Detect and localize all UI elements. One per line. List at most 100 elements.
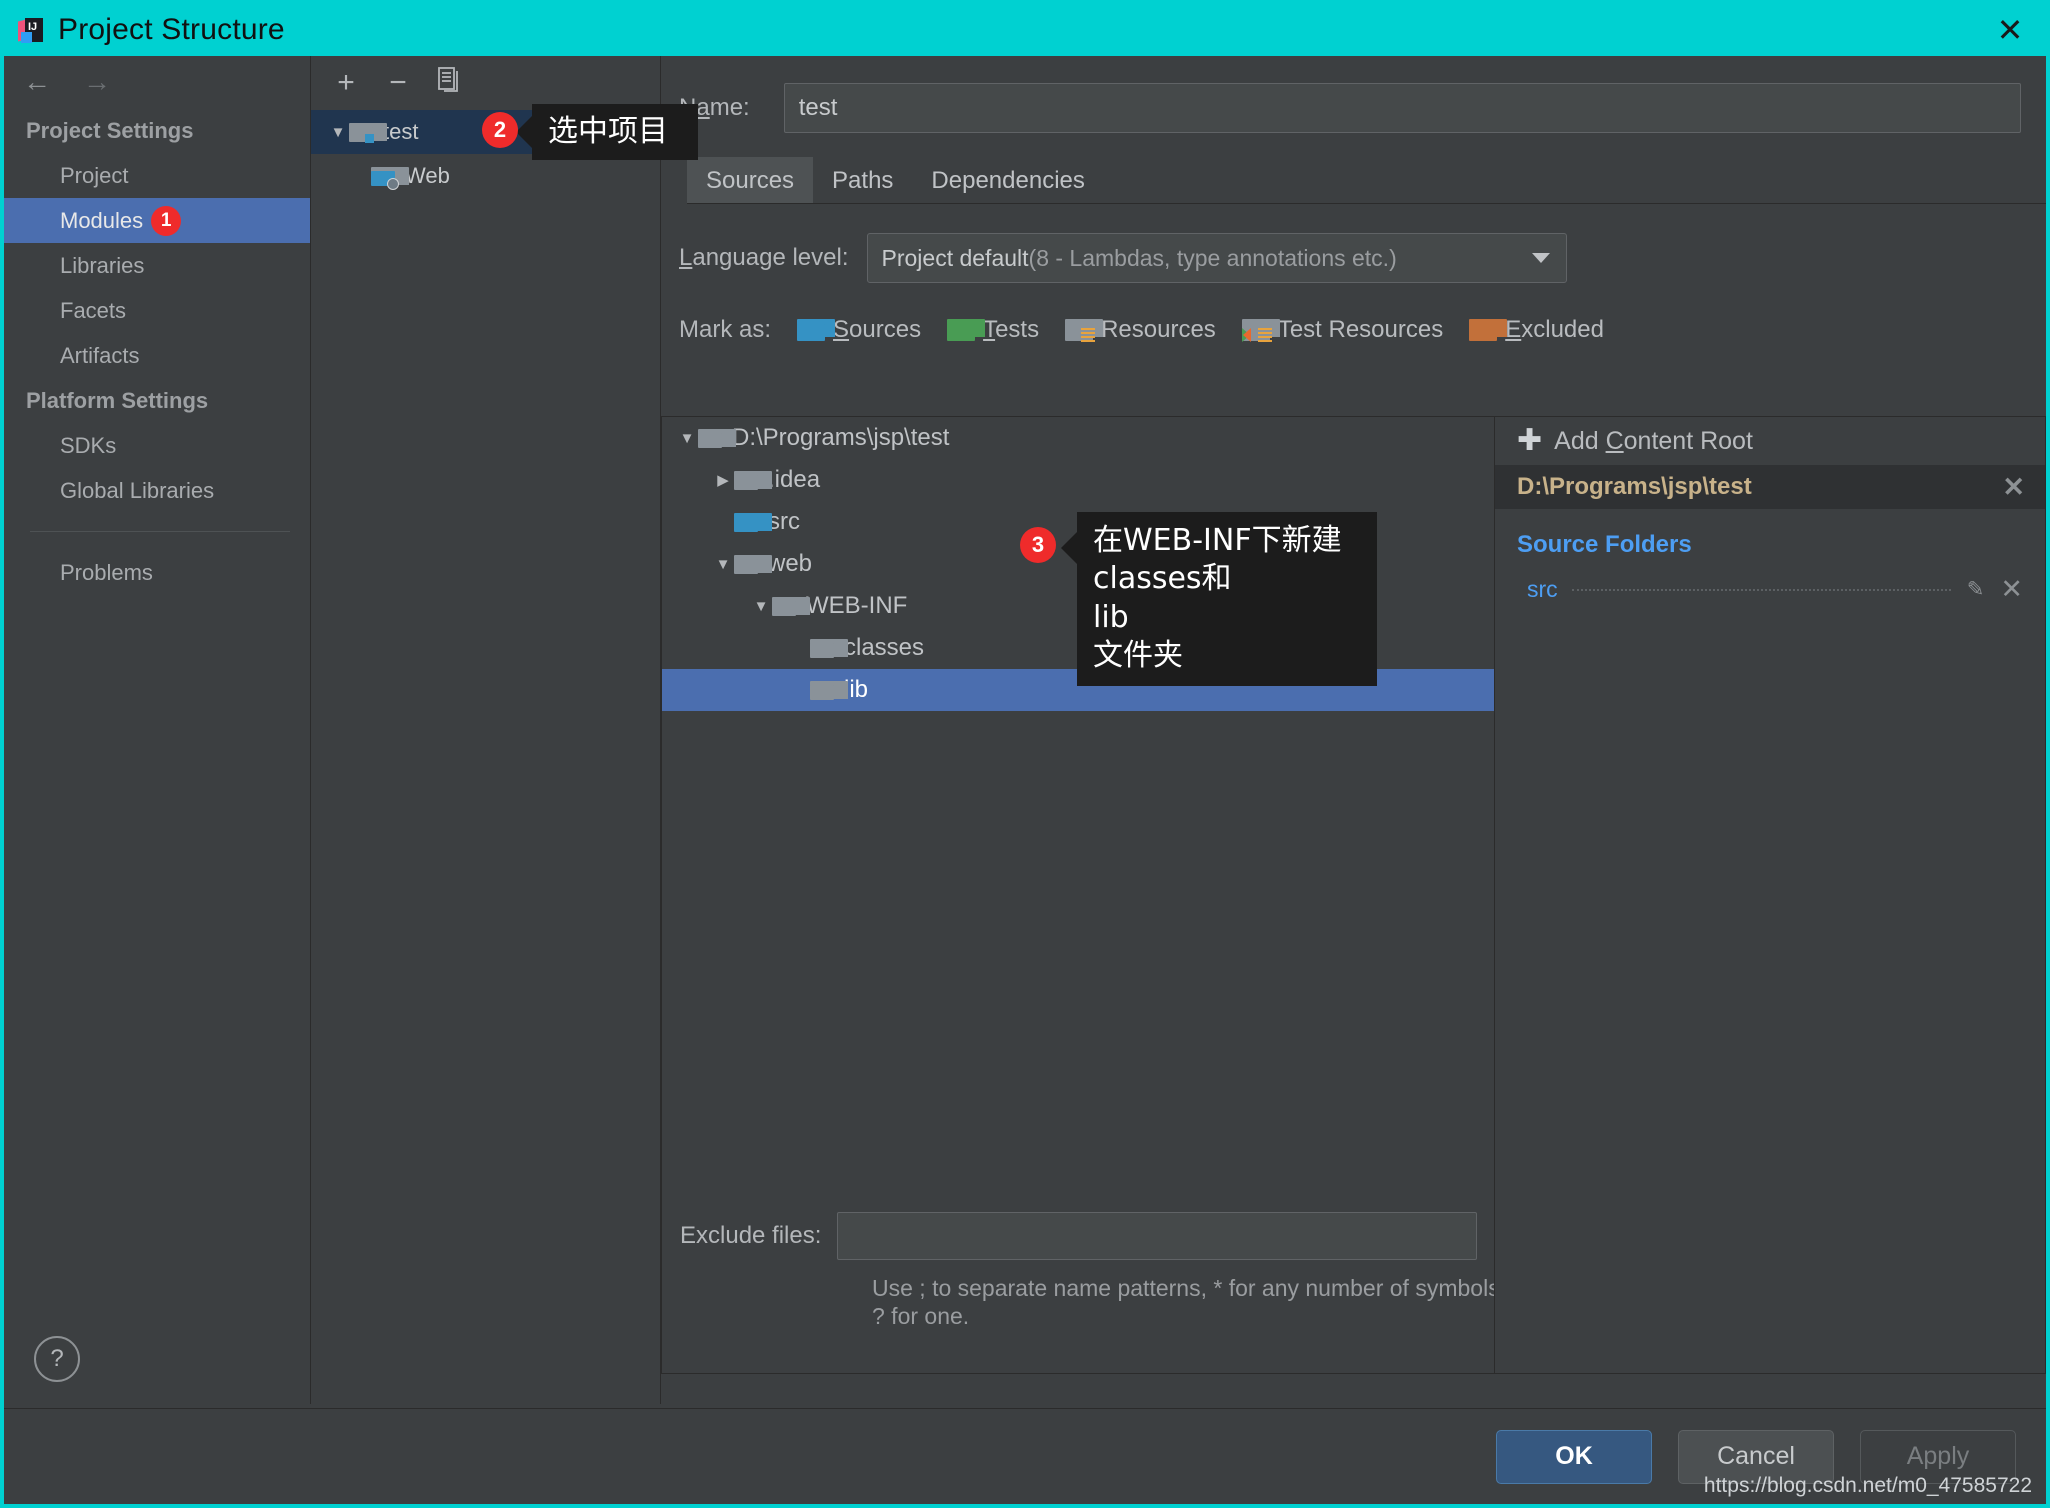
sidebar-item-facets[interactable]: Facets (4, 288, 310, 333)
module-editor-panel: Name: test Sources Paths Dependencies La… (661, 56, 2046, 1404)
module-tree-panel: + − ▼ test Web (311, 56, 661, 1404)
sidebar-group-platform-settings: Platform Settings (26, 387, 209, 413)
tree-row-idea[interactable]: ▶ .idea (662, 459, 1494, 501)
tree-row-label: classes (844, 634, 925, 661)
tree-row-label: src (768, 508, 800, 535)
chevron-down-icon[interactable]: ▼ (327, 124, 349, 141)
chevron-down-icon[interactable]: ▼ (676, 430, 698, 447)
exclude-files-block: Exclude files: Use ; to separate name pa… (662, 1211, 1494, 1332)
pencil-icon[interactable]: ✎ (1967, 577, 1985, 602)
navigation-row: ← → (4, 56, 310, 108)
window-title: Project Structure (58, 13, 285, 46)
exclude-files-input[interactable] (837, 1211, 1478, 1260)
callout-text: 在WEB-INF下新建 classes和 lib 文件夹 (1093, 523, 1342, 674)
tree-row-label: web (768, 550, 813, 577)
sidebar-item-modules[interactable]: Modules 1 (4, 198, 310, 243)
mark-as-label-test-resources: Test Resources (1277, 316, 1444, 343)
arrow-right-icon[interactable]: → (82, 66, 112, 98)
add-content-root-label: Add Content Root (1554, 426, 1753, 455)
sidebar-item-sdks[interactable]: SDKs (4, 423, 310, 468)
web-facet-icon (371, 166, 409, 190)
module-name-row: Name: test (661, 80, 2046, 136)
exclude-files-hint: Use ; to separate name patterns, * for a… (872, 1274, 1494, 1330)
test-resources-folder-icon (1241, 319, 1280, 342)
sidebar-item-label: Facets (60, 297, 127, 323)
content-root-header: D:\Programs\jsp\test ✕ (1495, 465, 2045, 509)
chevron-right-icon[interactable]: ▶ (712, 471, 734, 489)
settings-sidebar: ← → Project Settings Project Modules 1 L… (4, 56, 311, 1404)
callout-notch (1061, 532, 1077, 564)
chevron-down-icon[interactable]: ▼ (750, 598, 772, 615)
folder-icon (772, 596, 810, 616)
tree-row-label: .idea (768, 466, 821, 493)
mark-as-row: Mark as: Sources Tests Resources Test Re… (661, 304, 2046, 356)
callout-step-2: 选中项目 (516, 104, 698, 160)
folder-icon (698, 428, 736, 448)
module-folder-icon (349, 122, 387, 143)
mark-as-test-resources-button[interactable]: Test Resources (1241, 316, 1444, 344)
content-roots-panel: ✚ Add Content Root D:\Programs\jsp\test … (1494, 416, 2046, 1374)
remove-source-folder-icon[interactable]: ✕ (1994, 574, 2029, 605)
sidebar-item-artifacts[interactable]: Artifacts (4, 333, 310, 378)
module-node-label: Web (405, 163, 450, 188)
mark-as-label-resources: Resources (1101, 316, 1216, 343)
sidebar-item-project[interactable]: Project (4, 153, 310, 198)
step-badge-3: 3 (1020, 527, 1056, 563)
project-structure-dialog: IJ Project Structure ✕ ← → Project Setti… (0, 0, 2050, 1508)
resources-folder-icon (1065, 319, 1104, 342)
copy-module-icon[interactable] (435, 66, 465, 100)
mark-as-excluded-button[interactable]: Excluded (1469, 316, 1604, 344)
close-icon[interactable]: ✕ (1992, 12, 2028, 48)
source-folder-row[interactable]: src ✎ ✕ (1495, 569, 2045, 609)
chevron-down-icon[interactable]: ▼ (712, 556, 734, 573)
remove-content-root-icon[interactable]: ✕ (1996, 472, 2031, 503)
callout-step-3: 在WEB-INF下新建 classes和 lib 文件夹 (1061, 512, 1377, 686)
sidebar-item-libraries[interactable]: Libraries (4, 243, 310, 288)
exclude-files-row: Exclude files: (662, 1211, 1494, 1260)
language-level-select[interactable]: Project default (8 - Lambdas, type annot… (866, 233, 1567, 283)
tab-dependencies[interactable]: Dependencies (912, 157, 1103, 203)
dialog-footer: OK Cancel Apply https://blog.csdn.net/m0… (4, 1408, 2046, 1504)
mark-as-sources-button[interactable]: Sources (797, 316, 921, 344)
title-bar: IJ Project Structure ✕ (4, 4, 2046, 56)
module-tabs: Sources Paths Dependencies (687, 156, 2046, 204)
folder-icon (734, 470, 772, 490)
tree-row-root[interactable]: ▼ D:\Programs\jsp\test (662, 417, 1494, 459)
sidebar-item-problems[interactable]: Problems (4, 550, 310, 595)
content-root-path: D:\Programs\jsp\test (1517, 473, 1752, 500)
sidebar-item-label: Project (60, 162, 129, 188)
sidebar-group-project-settings: Project Settings (26, 117, 194, 143)
arrow-left-icon[interactable]: ← (22, 66, 52, 98)
tree-row-label: WEB-INF (806, 592, 908, 619)
callout-text: 选中项目 (548, 113, 668, 149)
mark-as-resources-button[interactable]: Resources (1065, 316, 1216, 344)
sidebar-item-label: Modules (60, 207, 144, 233)
remove-module-icon[interactable]: − (383, 68, 413, 98)
sidebar-item-label: Global Libraries (60, 477, 215, 503)
step-badge-1: 1 (151, 205, 182, 236)
module-name-value: test (798, 94, 838, 121)
step-badge-2: 2 (482, 112, 518, 148)
mark-as-tests-button[interactable]: Tests (947, 316, 1039, 344)
help-icon[interactable]: ? (34, 1336, 80, 1382)
source-folder-name: src (1527, 575, 1558, 602)
sidebar-item-global-libraries[interactable]: Global Libraries (4, 468, 310, 513)
sidebar-item-label: Libraries (60, 252, 145, 278)
excluded-folder-icon (1469, 319, 1508, 341)
dialog-body: ← → Project Settings Project Modules 1 L… (4, 56, 2046, 1404)
module-node-web[interactable]: Web (311, 154, 660, 198)
module-name-input[interactable]: test (783, 83, 2021, 133)
mark-as-label-excluded: Excluded (1505, 316, 1604, 343)
ok-button[interactable]: OK (1496, 1429, 1652, 1484)
add-module-icon[interactable]: + (331, 68, 361, 98)
sources-folder-icon (734, 512, 772, 532)
language-level-label: Language level: (679, 244, 849, 271)
tab-sources[interactable]: Sources (687, 157, 814, 203)
plus-icon: ✚ (1517, 424, 1543, 457)
tests-folder-icon (947, 319, 986, 341)
intellij-idea-icon: IJ (18, 16, 46, 44)
tab-paths[interactable]: Paths (813, 157, 912, 203)
language-level-value: Project default (881, 244, 1029, 271)
mark-as-label: Mark as: (679, 316, 772, 343)
add-content-root-button[interactable]: ✚ Add Content Root (1495, 417, 2045, 465)
